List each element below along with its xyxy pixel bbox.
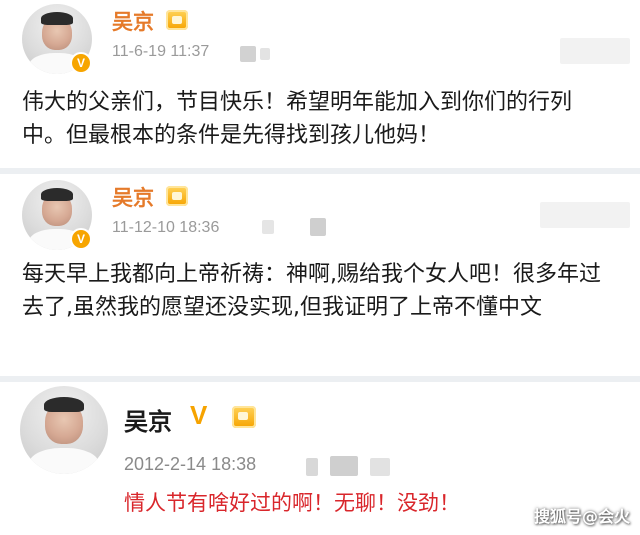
- post-timestamp[interactable]: 11-6-19 11:37: [112, 43, 209, 61]
- redacted-source: [306, 458, 318, 476]
- post-text: 每天早上我都向上帝祈祷：神啊,赐给我个女人吧！很多年过去了,虽然我的愿望还没实现…: [22, 262, 601, 321]
- verified-v-icon: V: [190, 400, 208, 430]
- author-name[interactable]: 吴京: [112, 182, 154, 212]
- watermark: 搜狐号@会火: [533, 507, 630, 526]
- vip-crown-icon: [232, 406, 256, 428]
- redacted-source: [240, 46, 256, 62]
- redacted-source: [310, 218, 326, 236]
- author-name[interactable]: 吴京: [124, 402, 172, 437]
- verified-badge-icon: V: [70, 228, 92, 250]
- avatar[interactable]: [20, 386, 108, 474]
- redacted-source: [260, 48, 270, 60]
- verified-badge-icon: V: [70, 52, 92, 74]
- post-card-2: V 吴京 11-12-10 18:36 每天早上我都向上帝祈祷：神啊,赐给我个女…: [0, 174, 640, 376]
- vip-crown-icon: [166, 10, 188, 30]
- post-text: 情人节有啥好过的啊！无聊！没劲！: [124, 491, 460, 515]
- post-card-1: V 吴京 11-6-19 11:37 伟大的父亲们，节目快乐！希望明年能加入到你…: [0, 0, 640, 168]
- post-card-3: 吴京 V 2012-2-14 18:38 情人节有啥好过的啊！无聊！没劲！ 搜狐…: [0, 382, 640, 535]
- post-timestamp[interactable]: 2012-2-14 18:38: [124, 454, 256, 475]
- redacted-corner: [540, 202, 630, 228]
- post-text: 伟大的父亲们，节目快乐！希望明年能加入到你们的行列中。但最根本的条件是先得找到孩…: [22, 90, 573, 149]
- redacted-corner: [560, 38, 630, 64]
- vip-crown-icon: [166, 186, 188, 206]
- post-timestamp[interactable]: 11-12-10 18:36: [112, 219, 219, 237]
- author-name[interactable]: 吴京: [112, 6, 154, 36]
- redacted-source: [370, 458, 390, 476]
- redacted-source: [330, 456, 358, 476]
- redacted-source: [262, 220, 274, 234]
